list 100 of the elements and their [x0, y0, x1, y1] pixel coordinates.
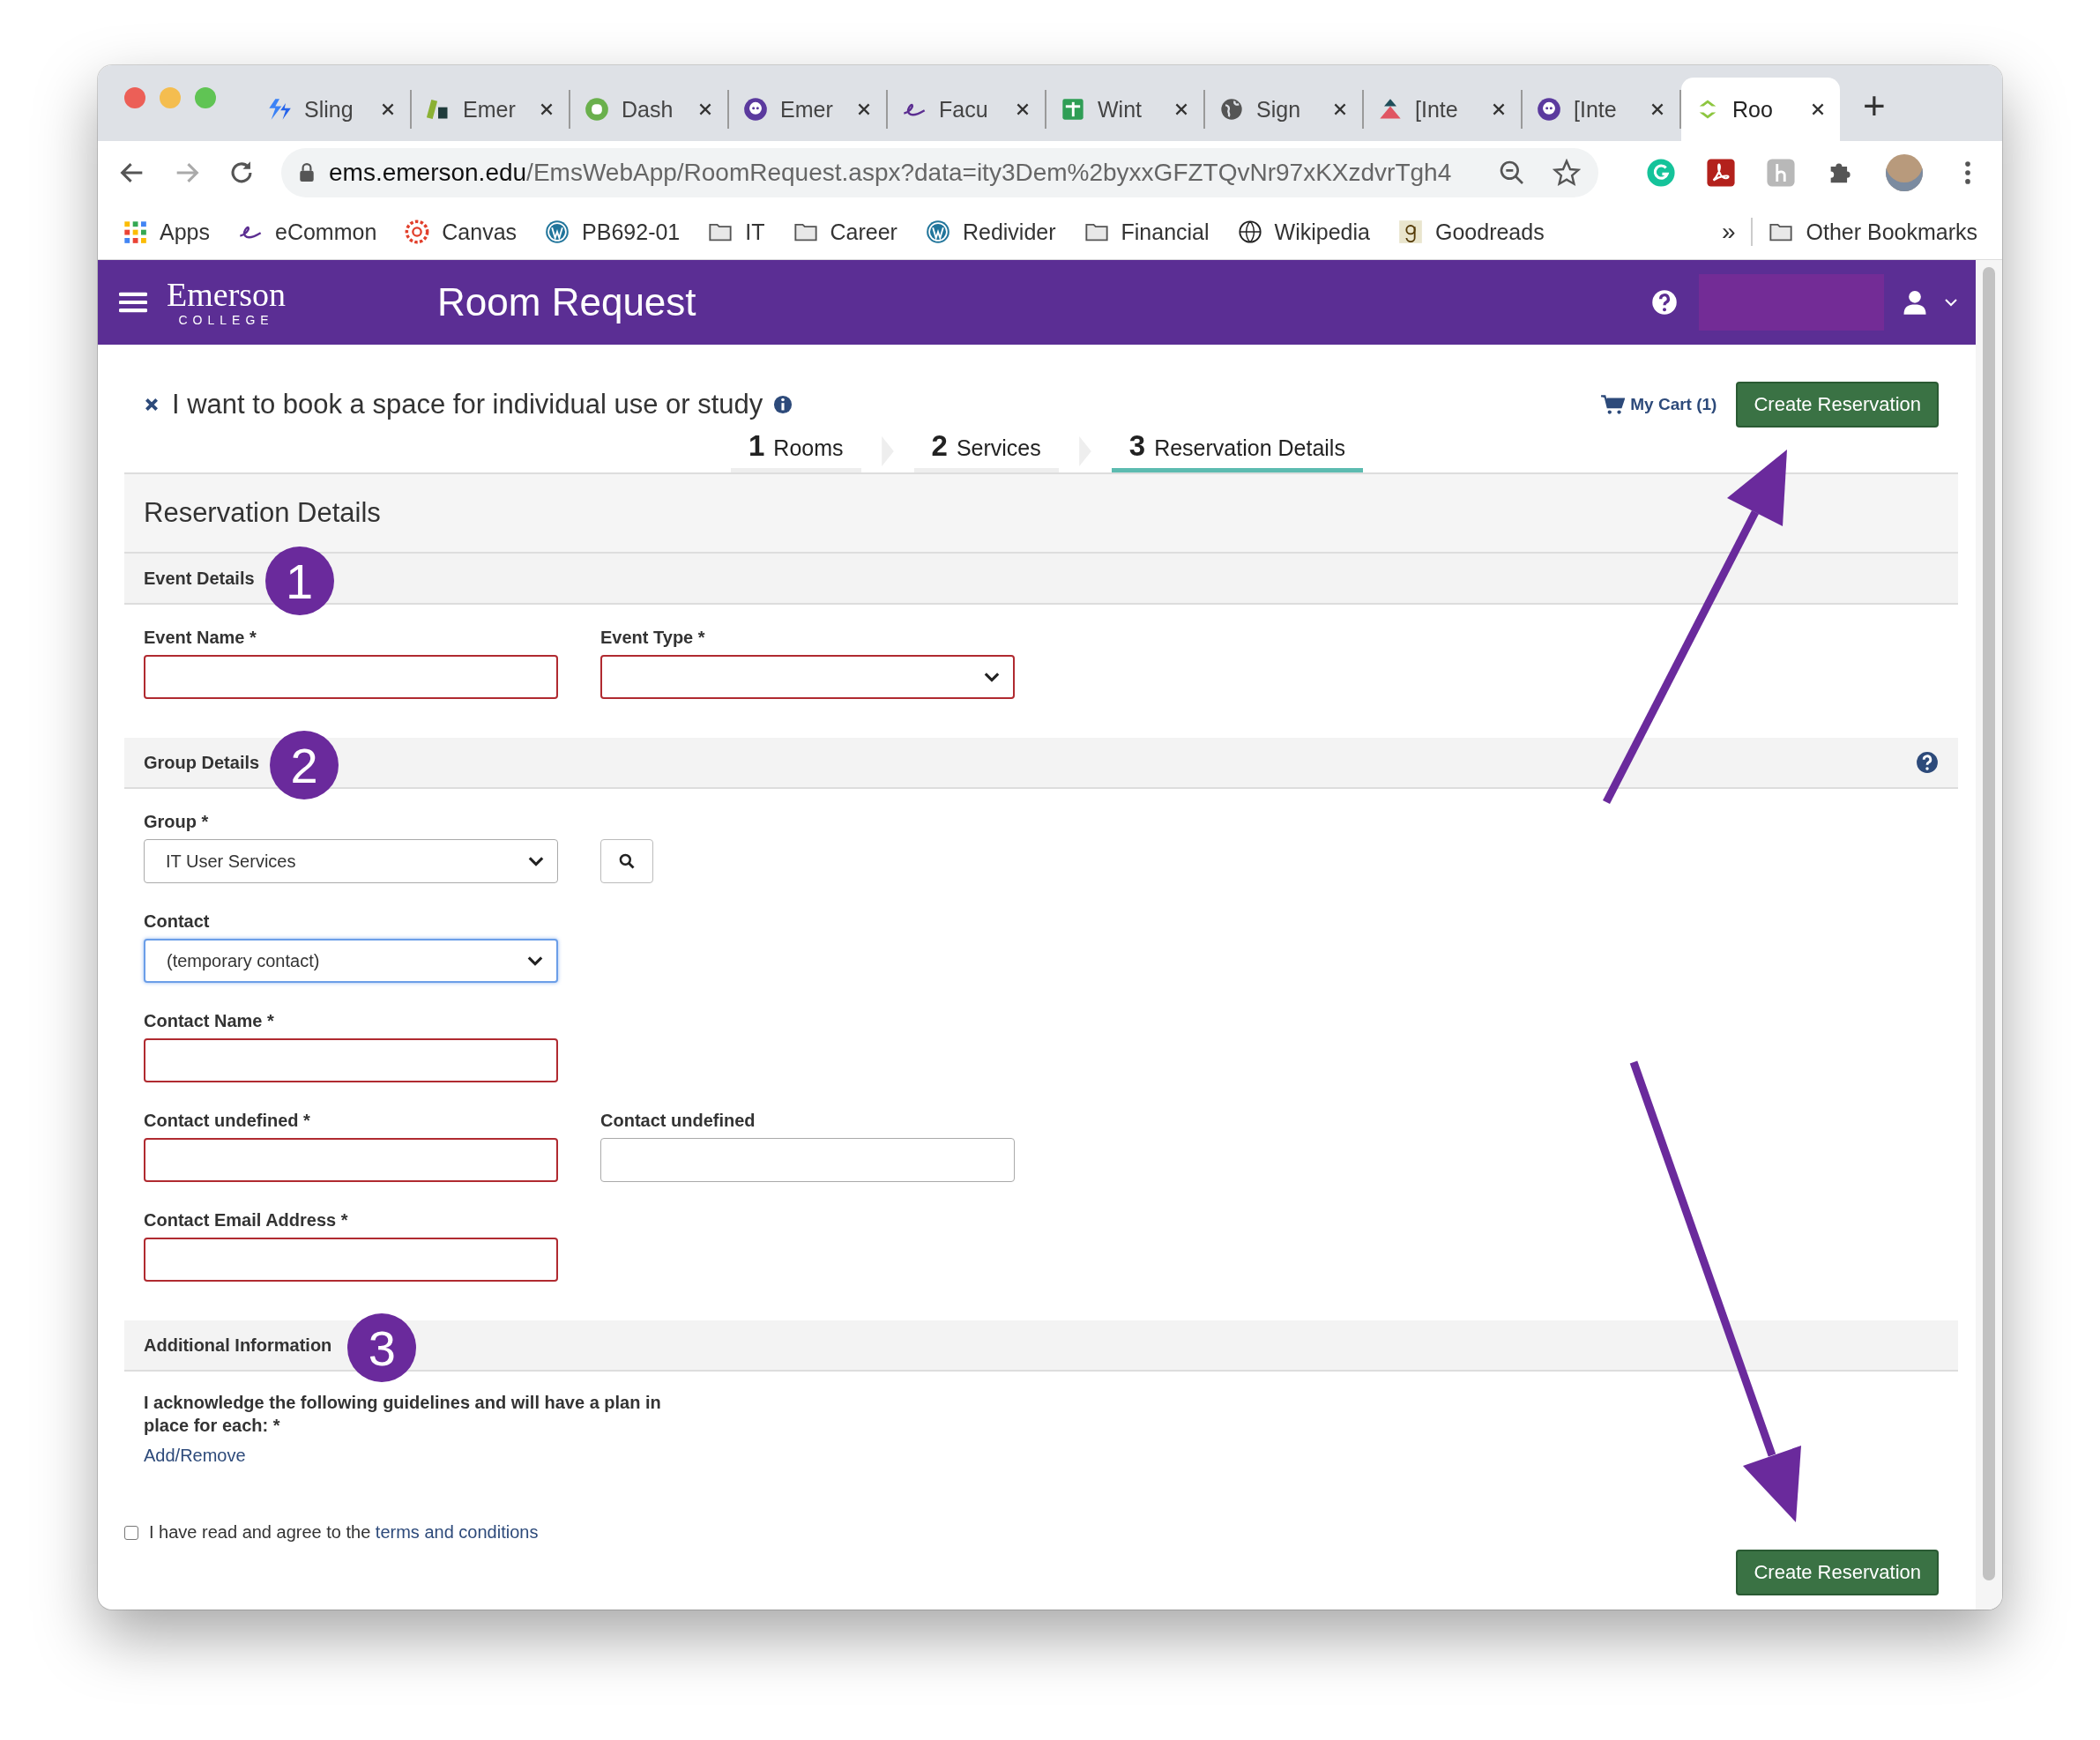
acknowledge-text: I acknowledge the following guidelines and will have a plan in place for each: *	[144, 1392, 662, 1437]
tab-title: Emer	[780, 96, 834, 123]
close-tab-icon[interactable]	[1332, 101, 1348, 117]
favicon-icon	[1537, 97, 1561, 122]
input-field[interactable]	[144, 655, 558, 699]
browser-tab[interactable]: Emer	[729, 90, 888, 129]
close-window-icon[interactable]	[124, 87, 145, 108]
field-label: Event Name *	[144, 628, 257, 648]
step-number-annotation: 1	[264, 547, 334, 615]
dropdown-field[interactable]: IT User Services	[144, 839, 558, 883]
bookmark-icon	[1237, 219, 1262, 244]
bookmark-icon	[1397, 219, 1423, 244]
input-field[interactable]	[144, 1238, 558, 1282]
close-tab-icon[interactable]	[1015, 101, 1031, 117]
help-icon[interactable]	[1651, 289, 1678, 316]
bookmark-item[interactable]: IT	[708, 219, 765, 245]
agree-text: I have read and agree to the terms and conditions	[149, 1522, 539, 1543]
field-label: Group *	[144, 812, 210, 832]
browser-tab[interactable]: Roo	[1681, 78, 1840, 141]
chevron-down-icon	[527, 856, 545, 866]
browser-tab[interactable]: Wint	[1046, 90, 1205, 129]
tab-title: Facu	[939, 96, 989, 123]
favicon-icon	[743, 97, 768, 122]
help-icon[interactable]	[1916, 751, 1939, 774]
tab-title: Emer	[463, 96, 517, 123]
input-field[interactable]	[600, 1138, 1015, 1182]
field-label: Contact Email Address *	[144, 1210, 349, 1231]
field-label: Contact Name *	[144, 1011, 275, 1031]
bookmark-icon	[123, 219, 147, 244]
favicon-icon	[1061, 97, 1085, 122]
browser-tab[interactable]: Sign	[1205, 90, 1364, 129]
bookmark-item[interactable]: Career	[793, 219, 897, 245]
browser-tab[interactable]: [Inte	[1364, 90, 1523, 129]
close-tab-icon[interactable]	[539, 101, 555, 117]
step-number-annotation: 2	[270, 731, 339, 799]
more-bookmarks-button[interactable]: »	[1721, 218, 1736, 246]
browser-tab[interactable]: Sling	[253, 90, 412, 129]
scrollbar[interactable]	[1976, 260, 2002, 1610]
other-bookmarks-item[interactable]: Other Bookmarks	[1769, 219, 1977, 245]
tab-title: Sign	[1256, 96, 1302, 123]
bookmark-item[interactable]: Apps	[123, 219, 210, 245]
terms-link[interactable]: terms and conditions	[375, 1522, 539, 1542]
search-icon	[618, 852, 636, 870]
cart-link[interactable]: My Cart (1)	[1600, 394, 1717, 415]
tab-title: Sling	[304, 96, 354, 123]
bookmark-item[interactable]: PB692-01	[545, 219, 681, 245]
input-field[interactable]	[144, 1038, 558, 1082]
dropdown-field[interactable]: (temporary contact)	[144, 939, 558, 983]
bookmark-item[interactable]: Goodreads	[1397, 219, 1545, 245]
close-tab-icon[interactable]	[380, 101, 396, 117]
bookmark-item[interactable]: Financial	[1084, 219, 1210, 245]
agree-checkbox[interactable]	[124, 1525, 138, 1540]
favicon-icon	[426, 97, 451, 122]
close-tab-icon[interactable]	[1491, 101, 1507, 117]
close-tab-icon[interactable]	[1810, 101, 1826, 117]
user-icon[interactable]	[1902, 289, 1928, 316]
info-icon[interactable]	[773, 395, 793, 414]
bookmark-item[interactable]: eCommon	[238, 219, 377, 245]
new-tab-button[interactable]: +	[1863, 79, 1886, 132]
remove-icon[interactable]	[144, 397, 160, 413]
close-tab-icon[interactable]	[1649, 101, 1665, 117]
bookmark-item[interactable]: Redivider	[925, 219, 1056, 245]
bookmark-item[interactable]: Wikipedia	[1237, 219, 1370, 245]
close-tab-icon[interactable]	[856, 101, 872, 117]
search-button[interactable]	[600, 839, 653, 883]
section-title: Additional Information	[144, 1335, 332, 1356]
lock-icon	[299, 163, 315, 182]
tab-title: [Inte	[1574, 96, 1618, 123]
field-label: Contact undefined *	[144, 1111, 311, 1131]
field-label: Event Type *	[600, 628, 706, 648]
close-tab-icon[interactable]	[1173, 101, 1189, 117]
chevron-down-icon	[526, 956, 544, 966]
browser-tab[interactable]: Emer	[412, 90, 570, 129]
bookmark-star-icon[interactable]	[1553, 159, 1581, 187]
logo-subtitle: COLLEGE	[178, 312, 274, 328]
section-title: Group Details	[144, 752, 260, 773]
favicon-icon	[267, 97, 292, 122]
dropdown-field[interactable]	[600, 655, 1015, 699]
tab-title: Dash	[622, 96, 674, 123]
bookmark-icon	[405, 219, 430, 244]
field-label: Contact undefined	[600, 1111, 756, 1131]
add-remove-link[interactable]: Add/Remove	[144, 1446, 1939, 1466]
logo-name: Emerson	[167, 277, 287, 312]
chevron-down-icon[interactable]	[1944, 298, 1958, 307]
bookmark-item[interactable]: Canvas	[405, 219, 518, 245]
chevron-down-icon	[983, 672, 1001, 682]
menu-icon[interactable]	[119, 291, 147, 314]
create-reservation-button[interactable]: Create Reservation	[1736, 382, 1939, 428]
tab-title: Wint	[1098, 96, 1143, 123]
booking-title: I want to book a space for individual use or study	[172, 389, 763, 420]
profile-avatar[interactable]	[1886, 154, 1923, 191]
browser-tab[interactable]: Facu	[888, 90, 1046, 129]
address-bar[interactable]: ems.emerson.edu/EmsWebApp/RoomRequest.aspx?data=ity3Dem%2byxxGFZTQvNr97xKXzdvrTgh4	[281, 148, 1598, 197]
tab-title: [Inte	[1415, 96, 1459, 123]
close-tab-icon[interactable]	[697, 101, 713, 117]
input-field[interactable]	[144, 1138, 558, 1182]
browser-tab[interactable]: Dash	[570, 90, 729, 129]
tab-title: Roo	[1732, 96, 1774, 123]
create-reservation-button[interactable]: Create Reservation	[1736, 1550, 1939, 1595]
pdf-extension-icon[interactable]	[1706, 158, 1736, 188]
